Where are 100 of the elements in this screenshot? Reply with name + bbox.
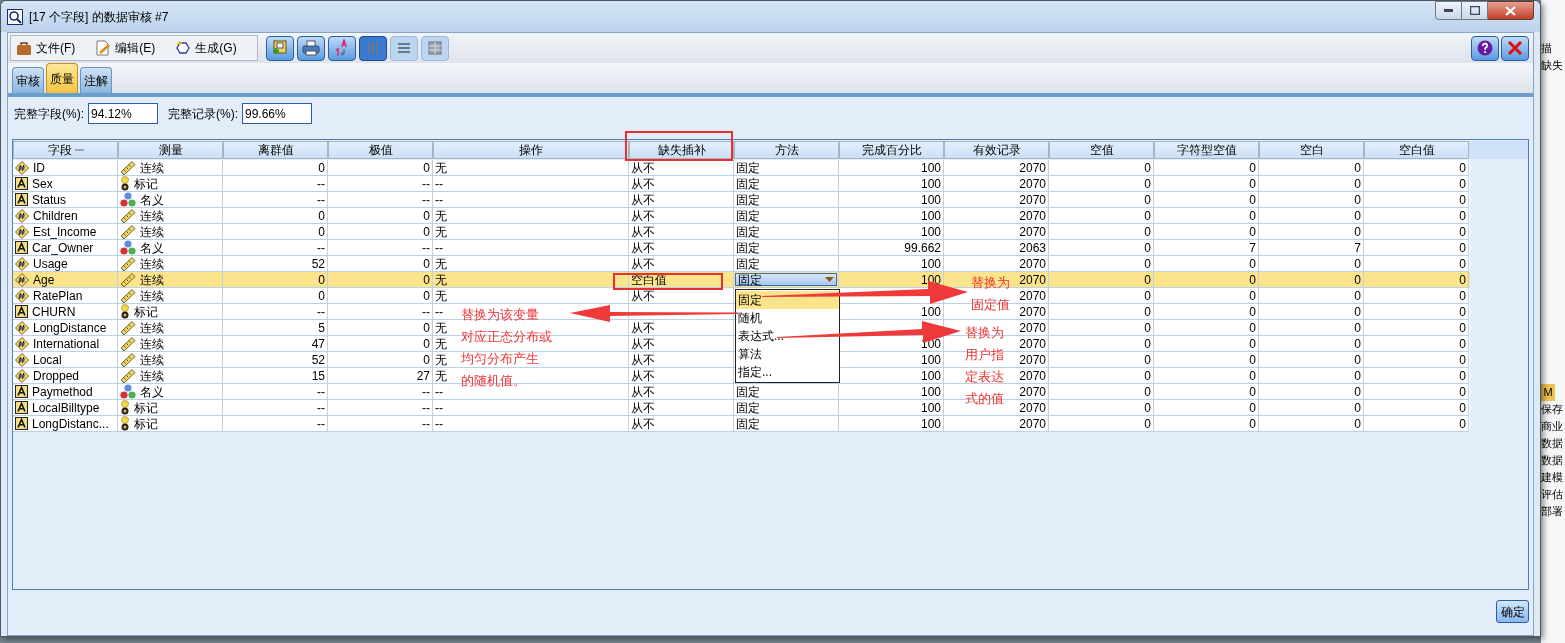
field-cell[interactable]: Dropped (13, 368, 118, 384)
field-name: LongDistance (33, 320, 107, 335)
field-cell[interactable]: Sex (13, 176, 118, 192)
column-header[interactable]: 有效记录 (944, 141, 1049, 159)
close-dialog-button[interactable] (1501, 35, 1529, 61)
field-name: Car_Owner (32, 240, 94, 255)
field-cell[interactable]: Status (13, 192, 118, 208)
table-cell: 0 (1249, 368, 1256, 383)
table-cell: 2070 (1019, 320, 1046, 335)
column-header[interactable]: 方法 (734, 141, 839, 159)
ok-button[interactable]: 确定 (1496, 600, 1529, 623)
menu-item[interactable]: 编辑(E) (90, 36, 161, 60)
table-cell: 无 (435, 352, 447, 367)
toolbar-button[interactable] (328, 35, 356, 61)
tab[interactable]: 审核 (12, 67, 44, 93)
measure-label: 名义 (140, 240, 164, 255)
field-cell[interactable]: CHURN (13, 304, 118, 320)
column-header[interactable]: 完成百分比 (839, 141, 944, 159)
table-cell: 47 (311, 336, 325, 351)
field-name: Est_Income (33, 224, 97, 239)
field-cell[interactable]: Car_Owner (13, 240, 118, 256)
toolbar-button[interactable] (390, 35, 418, 61)
field-cell[interactable]: RatePlan (13, 288, 118, 304)
table-cell: 无 (435, 160, 447, 175)
column-header[interactable]: 空白值 (1364, 141, 1469, 159)
column-header[interactable]: 空白 (1259, 141, 1364, 159)
minimize-button[interactable] (1435, 1, 1462, 20)
measure-label: 标记 (134, 176, 158, 191)
close-button[interactable] (1488, 1, 1534, 20)
column-header[interactable]: 测量 (118, 141, 223, 159)
table-cell: 0 (1144, 400, 1151, 415)
field-cell[interactable]: LocalBilltype (13, 400, 118, 416)
maximize-button[interactable] (1462, 1, 1488, 20)
menu-item[interactable]: 生成(G) (170, 36, 242, 60)
table-cell: 0 (1144, 304, 1151, 319)
method-combobox[interactable]: 固定 (735, 273, 837, 286)
table-cell: 0 (1144, 336, 1151, 351)
column-header[interactable]: 字符型空值 (1154, 141, 1259, 159)
field-cell[interactable]: Paymethod (13, 384, 118, 400)
table-cell: 0 (1459, 192, 1466, 207)
toolbar-button[interactable] (266, 35, 294, 61)
table-cell: 无 (435, 368, 447, 383)
column-header[interactable]: 字段 (13, 141, 118, 159)
table-cell: -- (435, 240, 443, 255)
field-cell[interactable]: International (13, 336, 118, 352)
help-button[interactable] (1471, 35, 1499, 61)
field-cell[interactable]: Children (13, 208, 118, 224)
table-cell: 2070 (1019, 368, 1046, 383)
summary-field[interactable]: 94.12% (88, 103, 158, 124)
table-cell: -- (317, 416, 325, 431)
background-text: 描 (1541, 41, 1553, 56)
maximize-icon (1469, 6, 1480, 15)
table-cell: -- (435, 304, 443, 319)
table-cell: 0 (1459, 320, 1466, 335)
field-name: ID (33, 160, 45, 175)
table-cell: -- (317, 400, 325, 415)
table-cell: 0 (423, 160, 430, 175)
table-cell: 0 (1249, 208, 1256, 223)
column-header[interactable]: 操作 (433, 141, 629, 159)
table-cell: 100 (920, 208, 941, 223)
table-cell: 99.662 (904, 240, 941, 255)
field-cell[interactable]: LongDistanc... (13, 416, 118, 432)
column-header[interactable]: 缺失插补 (629, 141, 734, 159)
table-cell: 0 (1249, 352, 1256, 367)
field-cell[interactable]: Est_Income (13, 224, 118, 240)
grid-icon (427, 40, 443, 56)
table-cell: 从不 (631, 208, 655, 223)
table-cell: 0 (1459, 352, 1466, 367)
table-cell: 0 (1459, 240, 1466, 255)
table-cell: 0 (1144, 272, 1151, 287)
menu-item[interactable]: 文件(F) (11, 36, 81, 60)
column-header[interactable]: 空值 (1049, 141, 1154, 159)
column-header[interactable]: 离群值 (223, 141, 328, 159)
field-cell[interactable]: ID (13, 160, 118, 176)
table-cell: 0 (318, 224, 325, 239)
table-cell: 0 (1249, 176, 1256, 191)
table-cell: -- (435, 400, 443, 415)
table-cell: 100 (920, 416, 941, 431)
table-cell: 从不 (631, 224, 655, 239)
table-cell: 0 (1354, 416, 1361, 431)
tab[interactable]: 质量 (46, 63, 78, 93)
field-name: Paymethod (32, 384, 93, 399)
summary-field[interactable]: 99.66% (242, 103, 312, 124)
field-cell[interactable]: LongDistance (13, 320, 118, 336)
table-cell: 2070 (1019, 176, 1046, 191)
column-header[interactable]: 极值 (328, 141, 433, 159)
field-cell[interactable]: Usage (13, 256, 118, 272)
toolbar-button[interactable] (297, 35, 325, 61)
table-cell: 0 (1249, 272, 1256, 287)
table-cell: 0 (423, 272, 430, 287)
tab[interactable]: 注解 (80, 67, 112, 93)
measure-label: 标记 (134, 304, 158, 319)
dropdown-option[interactable]: 固定 (736, 291, 839, 309)
table-cell: 0 (1249, 288, 1256, 303)
table-cell: 100 (920, 224, 941, 239)
toolbar-button[interactable] (359, 35, 387, 61)
columns-icon (365, 40, 381, 56)
field-cell[interactable]: Age (13, 272, 118, 288)
field-cell[interactable]: Local (13, 352, 118, 368)
annotation-text: 替换为 固定值 (971, 274, 1010, 314)
